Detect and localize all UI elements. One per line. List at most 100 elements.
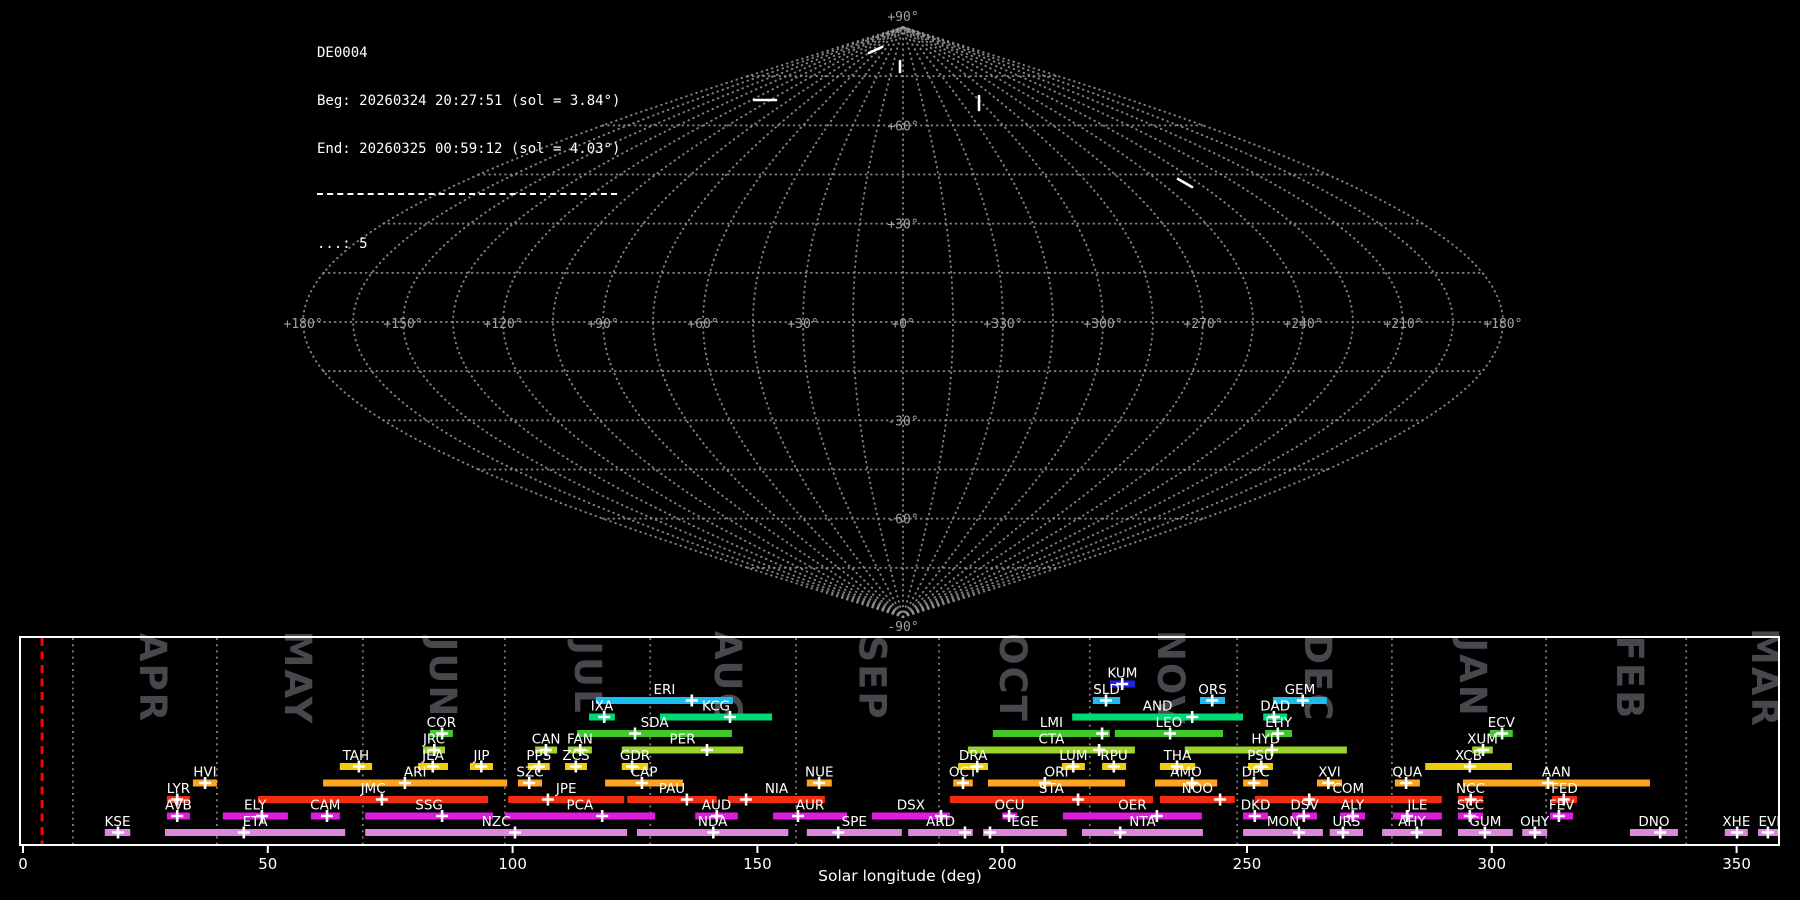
session-end-time: End: 20260325 00:59:12 (sol = 4.03°) xyxy=(317,141,620,157)
shower-label: PAU xyxy=(659,781,685,797)
shower-bar xyxy=(1243,829,1323,836)
shower-label: ORI xyxy=(1045,765,1069,781)
shower-label: SDA xyxy=(641,715,670,731)
shower-label: STA xyxy=(1039,781,1065,797)
shower-label: SSG xyxy=(415,798,443,814)
shower-label: KCG xyxy=(702,699,730,715)
shower-label: EVI xyxy=(1759,814,1781,830)
latitude-label: +60° xyxy=(887,119,918,134)
shower-label: HYD xyxy=(1251,732,1280,748)
shower-bar xyxy=(807,829,902,836)
shower-peak-marker xyxy=(1214,794,1226,806)
axis-tick-label: 350 xyxy=(1722,855,1751,873)
shower-label: ELY xyxy=(244,798,267,814)
shower-label: JPE xyxy=(555,781,577,797)
shower-bar xyxy=(258,796,488,803)
shower-bar xyxy=(365,813,493,820)
shower-label: IXA xyxy=(591,699,614,715)
shower-label: SPE xyxy=(842,814,867,830)
latitude-label: -90° xyxy=(887,620,918,635)
shower-peak-marker xyxy=(596,810,608,822)
shower-label: COM xyxy=(1332,781,1364,797)
shower-bar xyxy=(165,829,345,836)
shower-peak-marker xyxy=(629,728,641,740)
axis-tick-label: 200 xyxy=(988,855,1017,873)
longitude-label: +150° xyxy=(383,317,422,332)
session-id: DE0004 xyxy=(317,45,620,61)
shower-peak-marker xyxy=(1072,794,1084,806)
shower-bar xyxy=(365,829,627,836)
shower-peak-marker xyxy=(740,794,752,806)
axis-tick-label: 100 xyxy=(498,855,527,873)
shower-label: GEM xyxy=(1285,682,1316,698)
shower-peak-marker xyxy=(1114,827,1126,839)
longitude-label: +330° xyxy=(983,317,1022,332)
longitude-label: +270° xyxy=(1183,317,1222,332)
shower-label: AHY xyxy=(1398,814,1426,830)
shower-bar xyxy=(577,730,732,737)
axis-tick-label: 150 xyxy=(743,855,772,873)
longitude-label: +180° xyxy=(284,317,323,332)
month-label: OCT xyxy=(991,633,1034,723)
longitude-label: +60° xyxy=(687,317,718,332)
shower-peak-marker xyxy=(686,695,698,707)
axis-tick-label: 50 xyxy=(258,855,277,873)
shower-bar xyxy=(505,813,655,820)
month-label: SEP xyxy=(851,635,894,720)
shower-bar xyxy=(773,813,847,820)
month-label: JUN xyxy=(421,635,464,719)
session-info: DE0004 Beg: 20260324 20:27:51 (sol = 3.8… xyxy=(317,13,620,268)
shower-label: NOO xyxy=(1182,781,1213,797)
longitude-label: +210° xyxy=(1383,317,1422,332)
shower-label: URS xyxy=(1332,814,1360,830)
longitude-label: +0° xyxy=(891,317,914,332)
shower-label: CAM xyxy=(310,798,340,814)
shower-label: NZC xyxy=(482,814,511,830)
latitude-label: +30° xyxy=(887,218,918,233)
plot-canvas: +180° +150° +120° +90° +60° +30° +0° +330° +300°… xyxy=(0,0,1800,900)
longitude-label: +300° xyxy=(1083,317,1122,332)
shower-peak-marker xyxy=(542,794,554,806)
shower-bars: KUMERISLDORSGEMIXAKCGANDDADCORSDALMILEOE… xyxy=(105,666,1781,839)
dashed-separator xyxy=(317,193,617,195)
shower-peak-marker xyxy=(509,827,521,839)
shower-label: GDR xyxy=(620,748,650,764)
month-label: JAN xyxy=(1451,635,1494,717)
shower-label: ARI xyxy=(404,765,427,781)
shower-bar xyxy=(1082,829,1203,836)
longitude-label: +240° xyxy=(1283,317,1322,332)
shower-bar xyxy=(323,780,507,787)
month-label: FEB xyxy=(1608,636,1651,721)
meteor-count: ...: 5 xyxy=(317,236,620,252)
shower-label: ETA xyxy=(243,814,269,830)
shower-label: OER xyxy=(1118,798,1147,814)
axis-tick-label: 250 xyxy=(1233,855,1262,873)
axis-tick-label: 0 xyxy=(18,855,28,873)
shower-label: ERI xyxy=(653,682,675,698)
shower-label: DSX xyxy=(897,798,925,814)
longitude-label: +120° xyxy=(483,317,522,332)
shower-label: CAP xyxy=(631,765,658,781)
shower-label: NTA xyxy=(1129,814,1156,830)
latitude-label: -30° xyxy=(887,414,918,429)
meteor-track xyxy=(1178,179,1192,187)
shower-label: PER xyxy=(669,732,695,748)
axis-title: Solar longitude (deg) xyxy=(818,867,982,885)
shower-label: AMO xyxy=(1170,765,1202,781)
shower-bar xyxy=(660,714,772,721)
shower-label: DPC xyxy=(1242,765,1270,781)
shower-peak-marker xyxy=(984,827,996,839)
latitude-label: +90° xyxy=(887,10,918,25)
longitude-label: +30° xyxy=(787,317,818,332)
shower-peak-marker xyxy=(1096,728,1108,740)
shower-bar xyxy=(1630,829,1678,836)
shower-peak-marker xyxy=(701,744,713,756)
longitude-label: +90° xyxy=(587,317,618,332)
activity-timeline: APRMAYJUNJULAUGSEPOCTNOVDECJANFEBMARKUME… xyxy=(18,628,1786,885)
shower-label: LMI xyxy=(1040,715,1063,731)
shower-label: EGE xyxy=(1011,814,1039,830)
month-label: APR xyxy=(131,633,174,723)
shower-label: CTA xyxy=(1038,732,1065,748)
shower-peak-marker xyxy=(959,827,971,839)
shower-label: FEV xyxy=(1549,798,1575,814)
